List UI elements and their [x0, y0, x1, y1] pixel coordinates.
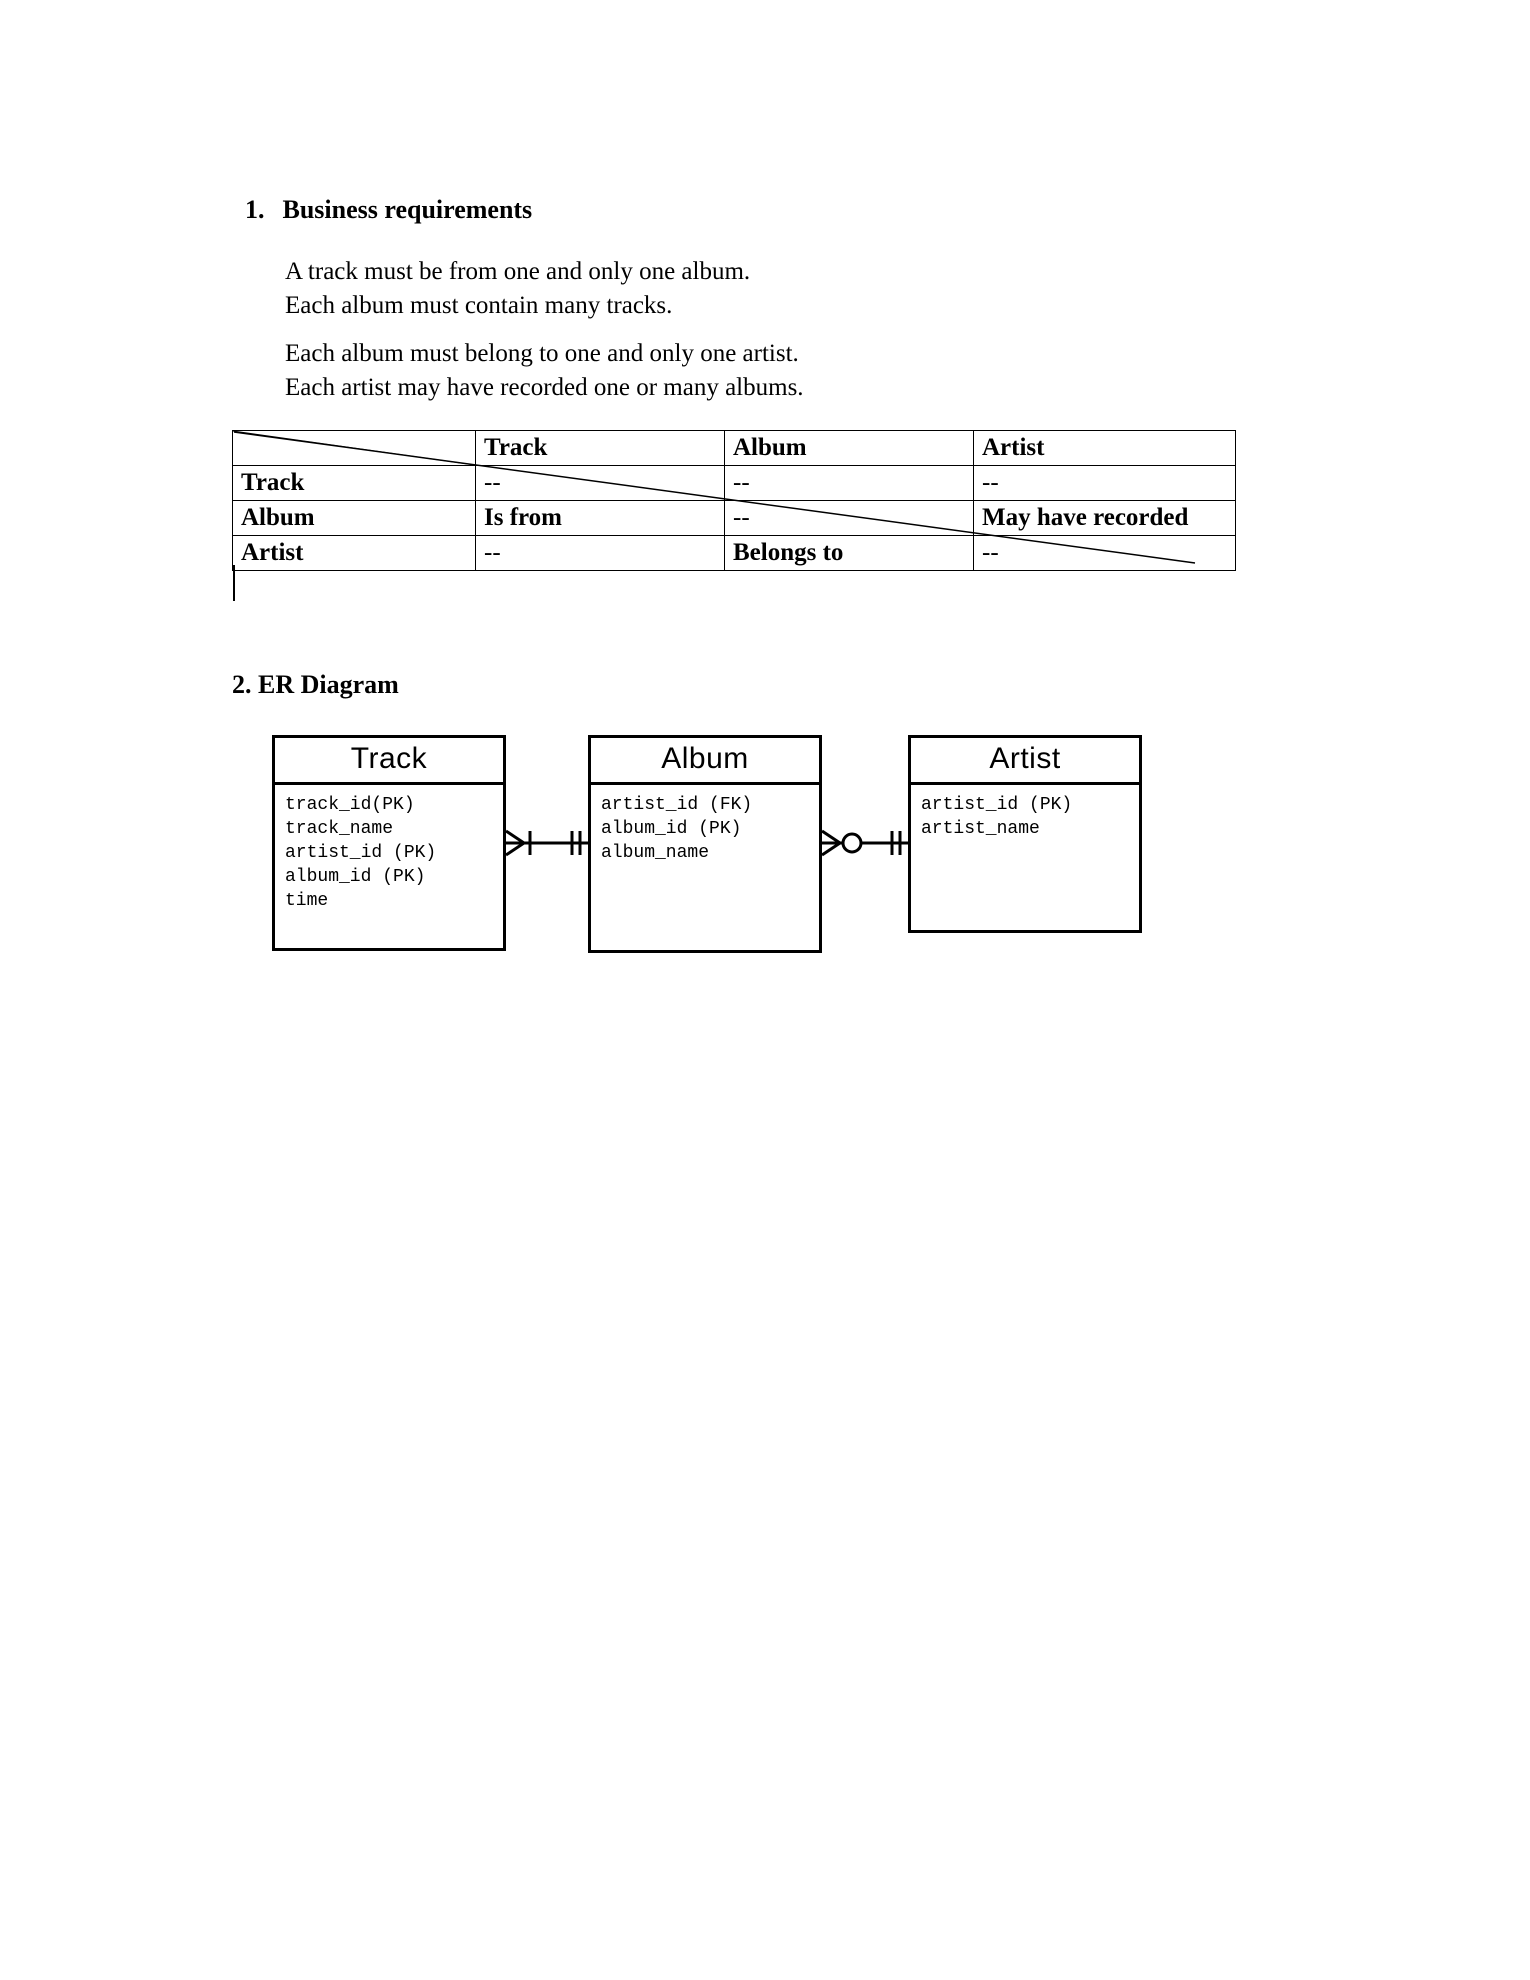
- text-cursor-icon: [233, 565, 235, 601]
- diagonal-slash-icon: [233, 431, 475, 465]
- section-1-title: Business requirements: [283, 195, 533, 224]
- col-header: Album: [725, 431, 974, 466]
- req-line: Each album must contain many tracks.: [285, 289, 750, 323]
- row-header: Album: [233, 501, 476, 536]
- table-row: Track Album Artist: [233, 431, 1236, 466]
- table-row: Album Is from -- May have recorded: [233, 501, 1236, 536]
- cell: Belongs to: [725, 536, 974, 571]
- table-row: Artist -- Belongs to --: [233, 536, 1236, 571]
- section-1-heading: 1. Business requirements: [245, 195, 532, 225]
- cell: Is from: [476, 501, 725, 536]
- cell: --: [974, 536, 1236, 571]
- cell: May have recorded: [974, 501, 1236, 536]
- req-line: Each album must belong to one and only o…: [285, 337, 804, 371]
- requirements-paragraph-1: A track must be from one and only one al…: [285, 255, 750, 323]
- requirements-paragraph-2: Each album must belong to one and only o…: [285, 337, 804, 405]
- relationship-matrix: Track Album Artist Track -- -- -- Album …: [232, 430, 1236, 571]
- col-header: Track: [476, 431, 725, 466]
- cell: --: [476, 536, 725, 571]
- matrix-corner-cell: [233, 431, 476, 466]
- row-header: Artist: [233, 536, 476, 571]
- cell: --: [974, 466, 1236, 501]
- table-row: Track -- -- --: [233, 466, 1236, 501]
- er-diagram: Track track_id(PK) track_name artist_id …: [272, 735, 1272, 995]
- rel-album-artist: [822, 831, 908, 855]
- cell: --: [476, 466, 725, 501]
- section-1-marker: 1.: [245, 195, 265, 224]
- req-line: A track must be from one and only one al…: [285, 255, 750, 289]
- rel-track-album: [506, 831, 588, 855]
- row-header: Track: [233, 466, 476, 501]
- req-line: Each artist may have recorded one or man…: [285, 371, 804, 405]
- document-page: 1. Business requirements A track must be …: [0, 0, 1530, 1980]
- cell: --: [725, 466, 974, 501]
- col-header: Artist: [974, 431, 1236, 466]
- cell: --: [725, 501, 974, 536]
- er-connectors: [272, 735, 1272, 995]
- section-2-heading: 2. ER Diagram: [232, 670, 399, 700]
